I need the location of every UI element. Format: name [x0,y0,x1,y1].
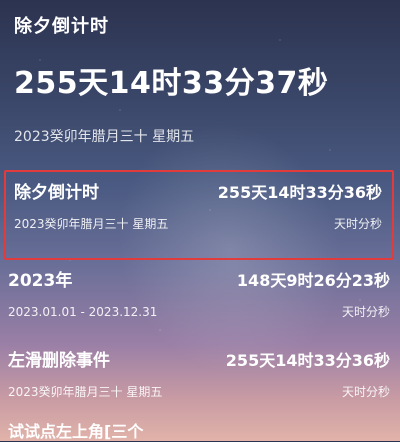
event-name: 2023年 [8,271,73,291]
event-list: 除夕倒计时 255天14时33分36秒 2023癸卯年腊月三十 星期五 天时分秒… [0,170,400,412]
event-item-chuxi[interactable]: 除夕倒计时 255天14时33分36秒 2023癸卯年腊月三十 星期五 天时分秒 [4,170,394,260]
event-name: 除夕倒计时 [14,183,99,203]
event-date: 2023癸卯年腊月三十 星期五 [8,385,163,399]
event-unit: 天时分秒 [341,305,390,319]
page-title: 除夕倒计时 [14,16,109,37]
event-countdown: 148天9时26分23秒 [236,270,390,290]
event-date: 2023癸卯年腊月三十 星期五 [14,217,169,231]
event-name: 左滑删除事件 [8,351,110,371]
event-date: 2023.01.01 - 2023.12.31 [8,304,158,319]
event-item-swipe-delete[interactable]: 左滑删除事件 255天14时33分36秒 2023癸卯年腊月三十 星期五 天时分… [0,346,400,412]
event-countdown: 255天14时33分36秒 [225,350,390,370]
event-countdown: 255天14时33分36秒 [217,182,382,202]
event-item-2023[interactable]: 2023年 148天9时26分23秒 2023.01.01 - 2023.12.… [0,266,400,340]
countdown-header: 除夕倒计时 255天14时33分37秒 2023癸卯年腊月三十 星期五 [14,8,386,146]
event-item-partial[interactable]: 试试点左上角[三个 [8,418,143,442]
event-unit: 天时分秒 [341,385,390,399]
main-date: 2023癸卯年腊月三十 星期五 [14,129,195,145]
event-unit: 天时分秒 [333,217,382,231]
main-countdown: 255天14时33分37秒 [14,66,329,101]
